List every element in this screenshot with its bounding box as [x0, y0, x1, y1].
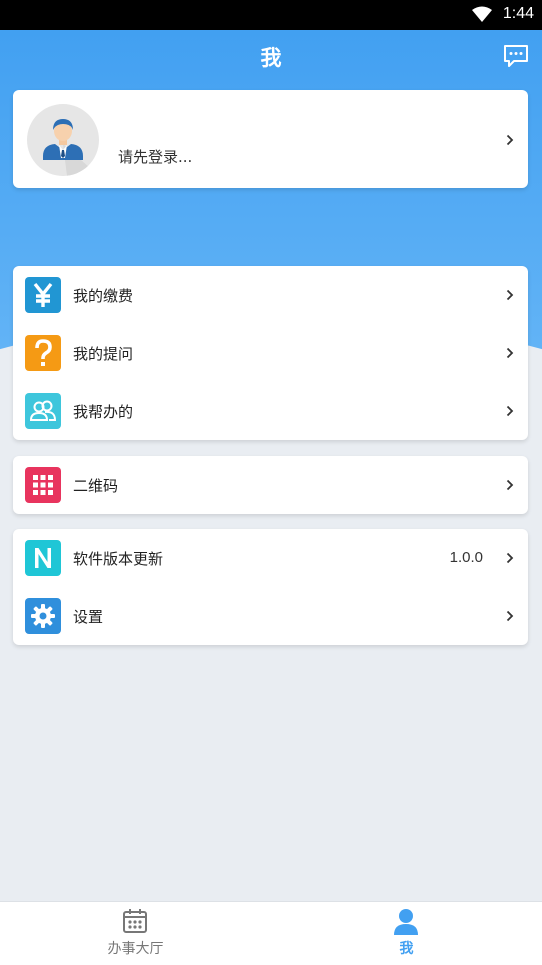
profile-card[interactable]: 请先登录... — [13, 90, 528, 188]
page-title: 我 — [260, 46, 282, 70]
status-time: 1:44 — [502, 5, 534, 22]
message-icon[interactable] — [503, 44, 529, 68]
menu-item-qr-code[interactable]: 二维码 — [13, 456, 528, 514]
menu-item-label: 我的提问 — [73, 345, 134, 363]
login-prompt: 请先登录... — [118, 148, 193, 166]
nav-label: 办事大厅 — [107, 941, 164, 957]
person-icon — [394, 909, 418, 935]
gear-icon — [25, 598, 61, 634]
menu-item-label: 我的缴费 — [73, 287, 134, 305]
menu-group-system: 软件版本更新 1.0.0 设置 — [13, 529, 528, 645]
menu-item-software-update[interactable]: 软件版本更新 1.0.0 — [13, 529, 528, 587]
yen-icon — [25, 277, 61, 313]
menu-group-qrcode: 二维码 — [13, 456, 528, 514]
version-number: 1.0.0 — [449, 549, 483, 566]
chevron-right-icon — [506, 479, 514, 491]
chevron-right-icon — [506, 552, 514, 564]
menu-item-label: 设置 — [73, 608, 104, 626]
nav-label: 我 — [399, 941, 414, 957]
chevron-right-icon — [506, 347, 514, 359]
wifi-icon — [472, 6, 492, 22]
question-icon — [25, 335, 61, 371]
menu-item-my-questions[interactable]: 我的提问 — [13, 324, 528, 382]
menu-item-my-payments[interactable]: 我的缴费 — [13, 266, 528, 324]
chevron-right-icon — [506, 405, 514, 417]
chevron-right-icon — [506, 134, 514, 146]
menu-item-label: 二维码 — [73, 477, 119, 495]
nav-tab-service-hall[interactable]: 办事大厅 — [0, 902, 271, 965]
people-icon — [25, 393, 61, 429]
menu-item-settings[interactable]: 设置 — [13, 587, 528, 645]
menu-item-my-helped[interactable]: 我帮办的 — [13, 382, 528, 440]
bottom-navigation: 办事大厅 我 — [0, 901, 542, 965]
status-bar: 1:44 — [0, 0, 542, 30]
menu-group-services: 我的缴费 我的提问 我帮办的 — [13, 266, 528, 440]
calendar-icon — [123, 909, 147, 933]
nav-tab-me[interactable]: 我 — [271, 902, 542, 965]
grid-icon — [25, 467, 61, 503]
n-icon — [25, 540, 61, 576]
user-avatar-icon — [27, 104, 99, 176]
chevron-right-icon — [506, 610, 514, 622]
menu-item-label: 软件版本更新 — [73, 550, 164, 568]
menu-item-label: 我帮办的 — [73, 403, 134, 421]
chevron-right-icon — [506, 289, 514, 301]
